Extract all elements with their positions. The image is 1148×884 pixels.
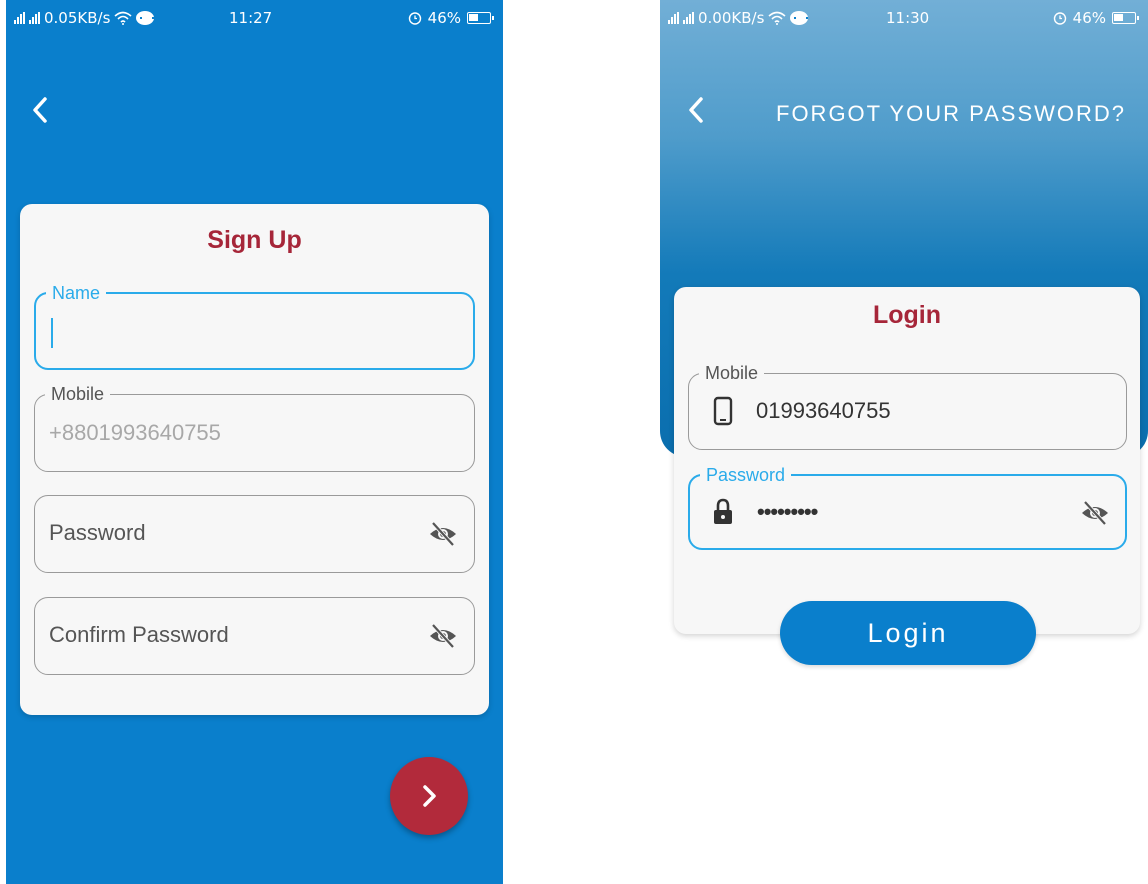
network-speed: 0.05KB/s [44, 9, 111, 27]
forgot-password-link[interactable]: FORGOT YOUR PASSWORD? [776, 101, 1126, 127]
mobile-field[interactable]: Mobile +8801993640755 [34, 383, 475, 472]
status-time: 11:27 [229, 9, 273, 27]
network-speed: 0.00KB/s [698, 9, 765, 27]
chevron-left-icon [689, 97, 703, 123]
battery-icon [1112, 12, 1139, 24]
signup-screen: 0.05KB/s 11:27 46% Sign Up Name Mobile +… [6, 0, 503, 884]
login-button[interactable]: Login [780, 601, 1036, 665]
eye-off-icon[interactable] [428, 519, 458, 549]
battery-percent: 46% [427, 9, 461, 27]
name-label: Name [46, 282, 107, 304]
text-caret [51, 318, 53, 348]
signal-icon-2 [683, 12, 694, 24]
signup-card: Sign Up Name Mobile +8801993640755 Passw… [20, 204, 489, 715]
status-time: 11:30 [886, 9, 930, 27]
signal-icon-2 [29, 12, 40, 24]
mobile-label: Mobile [45, 383, 111, 405]
back-button[interactable] [22, 92, 58, 128]
mobile-label: Mobile [699, 362, 765, 384]
confirm-password-placeholder: Confirm Password [49, 622, 229, 647]
wifi-icon [768, 11, 786, 25]
status-right: 46% [1053, 9, 1139, 27]
status-right: 46% [408, 9, 494, 27]
chat-icon [136, 11, 155, 25]
password-field[interactable]: Password ••••••••• [688, 464, 1127, 550]
back-button[interactable] [678, 92, 714, 128]
confirm-password-field[interactable]: Confirm Password [34, 597, 475, 675]
battery-percent: 46% [1072, 9, 1106, 27]
login-card: Login Mobile 01993640755 Password ••••••… [674, 287, 1140, 634]
password-placeholder: Password [49, 520, 146, 545]
mobile-field[interactable]: Mobile 01993640755 [688, 362, 1127, 450]
mobile-value: +8801993640755 [49, 420, 221, 445]
password-label: Password [700, 464, 792, 486]
status-left: 0.05KB/s [14, 9, 155, 27]
signal-icon [668, 12, 679, 24]
status-bar: 0.05KB/s 11:27 46% [6, 0, 503, 34]
chat-icon [790, 11, 809, 25]
alarm-icon [408, 12, 421, 25]
chevron-left-icon [33, 97, 47, 123]
signal-icon [14, 12, 25, 24]
eye-off-icon[interactable] [1080, 498, 1110, 528]
mobile-value: 01993640755 [756, 398, 891, 423]
signup-title: Sign Up [207, 226, 302, 254]
next-button[interactable] [390, 757, 468, 835]
lock-icon [714, 498, 732, 524]
password-value: ••••••••• [757, 499, 818, 524]
chevron-right-icon [423, 785, 436, 807]
status-left: 0.00KB/s [668, 9, 809, 27]
phone-icon [713, 396, 733, 426]
password-field[interactable]: Password [34, 495, 475, 573]
login-title: Login [872, 301, 942, 329]
alarm-icon [1053, 12, 1066, 25]
name-field[interactable]: Name [34, 282, 475, 370]
wifi-icon [114, 11, 132, 25]
login-screen: 0.00KB/s 11:30 46% FORGOT YOUR PASSWORD? [656, 0, 1148, 884]
eye-off-icon[interactable] [428, 621, 458, 651]
battery-icon [467, 12, 494, 24]
status-bar: 0.00KB/s 11:30 46% [660, 0, 1148, 34]
